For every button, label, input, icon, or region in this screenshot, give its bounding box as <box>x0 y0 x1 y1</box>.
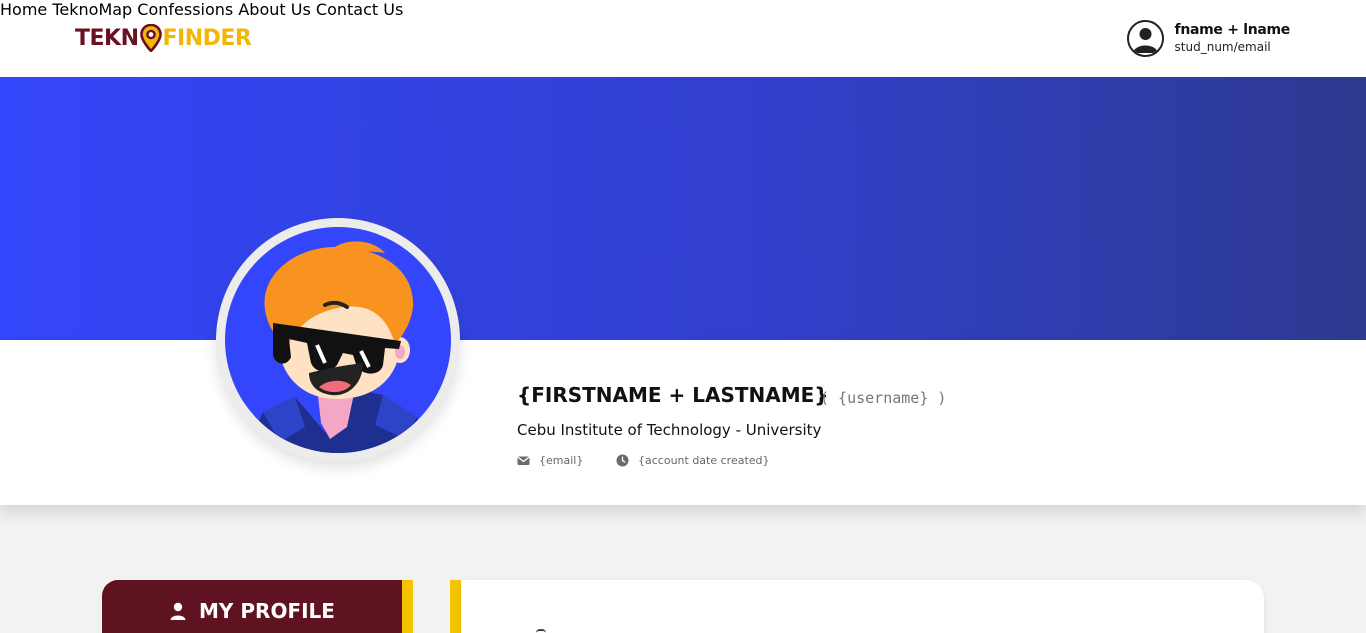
profile-fullname: {FIRSTNAME + LASTNAME} <box>517 383 829 407</box>
user-id: stud_num/email <box>1174 40 1271 54</box>
profile-email: {email} <box>517 452 583 468</box>
content-card-body <box>461 580 1264 633</box>
user-circle-icon <box>1126 19 1164 57</box>
content-accent-stripe <box>450 580 461 633</box>
main-nav: Home TeknoMap Confessions About Us Conta… <box>0 0 1366 19</box>
top-navbar: TEKN FINDER Home TeknoMap Confessions Ab… <box>0 0 1366 77</box>
profile-email-text: {email} <box>539 453 584 467</box>
person-icon <box>170 602 186 620</box>
user-info: fname + lname stud_num/email <box>1174 22 1291 54</box>
user-menu[interactable]: fname + lname stud_num/email <box>1126 18 1291 58</box>
envelope-icon <box>517 455 530 465</box>
brand-logo[interactable]: TEKN FINDER <box>75 22 252 54</box>
sidebar-title-text: MY PROFILE <box>199 599 335 623</box>
brand-logo-text-left: TEKN <box>75 25 139 51</box>
clock-icon <box>616 454 629 466</box>
profile-cover-banner <box>0 77 1366 340</box>
sidebar-header: MY PROFILE <box>102 580 402 633</box>
brand-logo-text-right: FINDER <box>162 25 252 51</box>
user-name: fname + lname <box>1174 22 1291 38</box>
sidebar-accent-stripe <box>402 580 413 633</box>
nav-confessions[interactable]: Confessions <box>137 0 233 19</box>
nav-teknomap[interactable]: TeknoMap <box>52 0 132 19</box>
profile-school: Cebu Institute of Technology - Universit… <box>517 421 822 439</box>
profile-created-text: {account date created} <box>638 453 770 467</box>
sidebar-my-profile[interactable]: MY PROFILE <box>102 580 413 633</box>
map-pin-icon <box>139 24 162 52</box>
profile-username: ( {username} ) <box>820 389 947 407</box>
sidebar-title: MY PROFILE <box>169 599 335 623</box>
nav-home[interactable]: Home <box>0 0 47 19</box>
profile-created: {account date created} <box>616 452 770 468</box>
profile-avatar[interactable] <box>216 218 460 462</box>
content-partial-glyph <box>536 629 546 633</box>
avatar-illustration <box>225 227 451 453</box>
profile-content-card <box>450 580 1264 633</box>
nav-contact-us[interactable]: Contact Us <box>316 0 403 19</box>
nav-about-us[interactable]: About Us <box>238 0 310 19</box>
